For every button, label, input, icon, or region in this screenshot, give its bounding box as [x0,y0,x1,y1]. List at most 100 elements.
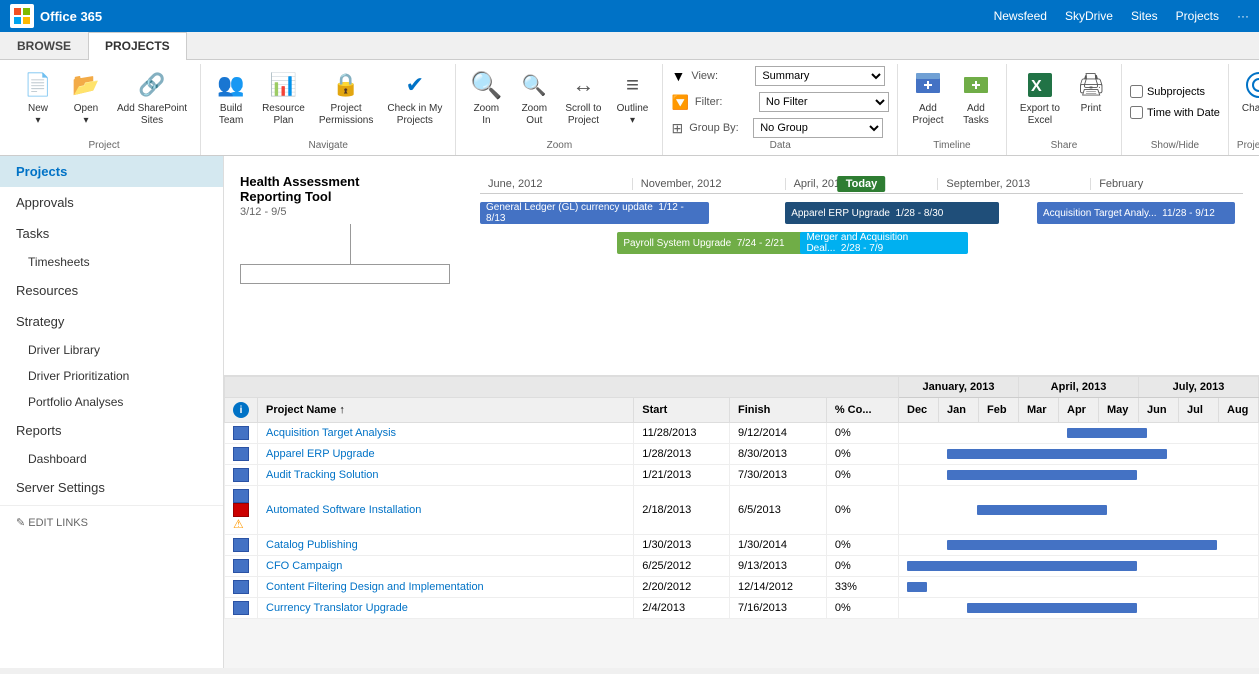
th-finish[interactable]: Finish [730,398,827,423]
nav-more[interactable]: ··· [1237,9,1249,23]
sidebar-subitem-timesheets[interactable]: Timesheets [0,249,223,275]
row-icon-cell [225,423,258,444]
sidebar-item-reports[interactable]: Reports [0,415,223,446]
print-icon: 🖨 [1075,69,1107,101]
pct-cell-6: 0% [826,556,898,577]
gantt-cell-3 [899,465,1259,486]
scroll-label: Scroll toProject [565,103,601,127]
filter-select[interactable]: No Filter [759,92,889,112]
zoom-out-button[interactable]: 🔍 ZoomOut [512,66,556,130]
sidebar-item-projects[interactable]: Projects [0,156,223,187]
gantt-bar-merger[interactable]: Merger and Acquisition Deal... 2/28 - 7/… [800,232,968,254]
subprojects-checkbox-label[interactable]: Subprojects [1130,85,1205,98]
add-sharepoint-button[interactable]: 🔗 Add SharePointSites [112,66,192,130]
ribbon-group-timeline-label: Timeline [906,138,998,151]
timeline-month-1: June, 2012 [480,178,633,190]
th-project-name[interactable]: Project Name ↑ [258,398,634,423]
ribbon-group-timeline: AddProject AddTasks Timeline [898,64,1007,155]
th-pct[interactable]: % Co... [826,398,898,423]
th-dec: Dec [899,398,939,423]
nav-sites[interactable]: Sites [1131,9,1158,23]
sidebar-item-server-settings[interactable]: Server Settings [0,472,223,503]
project-link-5[interactable]: Catalog Publishing [266,539,358,551]
build-team-button[interactable]: 👥 BuildTeam [209,66,253,130]
project-link-4[interactable]: Automated Software Installation [266,504,421,516]
th-start[interactable]: Start [634,398,730,423]
tab-bar: BROWSE PROJECTS [0,32,1259,60]
new-button[interactable]: 📄 New▾ [16,66,60,130]
project-name-cell: Audit Tracking Solution [258,465,634,486]
print-button[interactable]: 🖨 Print [1069,66,1113,118]
nav-skydrive[interactable]: SkyDrive [1065,9,1113,23]
check-in-projects-button[interactable]: ✔ Check in MyProjects [382,66,447,130]
ribbon-group-project-content: 📄 New▾ 📂 Open▾ 🔗 Add SharePointSites [16,66,192,138]
project-row-icon [233,489,249,503]
pct-cell-4: 0% [826,486,898,535]
sidebar-subitem-portfolio-analyses[interactable]: Portfolio Analyses [0,389,223,415]
resource-plan-button[interactable]: 📊 ResourcePlan [257,66,310,130]
sidebar-subitem-dashboard[interactable]: Dashboard [0,446,223,472]
project-link-8[interactable]: Currency Translator Upgrade [266,602,408,614]
sidebar-item-strategy[interactable]: Strategy [0,306,223,337]
add-tasks-button[interactable]: AddTasks [954,66,998,130]
change-button[interactable]: Change [1237,66,1259,118]
sidebar-item-resources[interactable]: Resources [0,275,223,306]
gantt-bar-acquisition[interactable]: Acquisition Target Analy... 11/28 - 9/12 [1037,202,1235,224]
groupby-select[interactable]: No Group [753,118,883,138]
project-row-icon [233,426,249,440]
gantt-bar-apparel[interactable]: Apparel ERP Upgrade 1/28 - 8/30 [785,202,999,224]
outline-button[interactable]: ≡ Outline▾ [610,66,654,130]
th-feb: Feb [979,398,1019,423]
info-icon: i [233,402,249,418]
project-name-cell: Catalog Publishing [258,535,634,556]
nav-projects[interactable]: Projects [1176,9,1219,23]
scroll-icon: ↔ [567,69,599,101]
sidebar-item-tasks[interactable]: Tasks [0,218,223,249]
grid-period-jul2013: July, 2013 [1139,377,1259,398]
add-project-button[interactable]: AddProject [906,66,950,130]
project-link-7[interactable]: Content Filtering Design and Implementat… [266,581,484,593]
th-info: i [225,398,258,423]
table-row: Acquisition Target Analysis 11/28/2013 9… [225,423,1259,444]
view-select[interactable]: Summary [755,66,885,86]
subprojects-checkbox[interactable] [1130,85,1143,98]
ribbon-group-showhide-content: Subprojects Time with Date [1130,66,1220,138]
zoom-in-button[interactable]: 🔍 ZoomIn [464,66,508,130]
start-cell-5: 1/30/2013 [634,535,730,556]
ribbon-group-zoom-content: 🔍 ZoomIn 🔍 ZoomOut ↔ Scroll toProject ≡ … [464,66,654,138]
sidebar-item-approvals[interactable]: Approvals [0,187,223,218]
timeline-connector-line [350,224,351,264]
project-permissions-button[interactable]: 🔒 ProjectPermissions [314,66,378,130]
ribbon-group-share-label: Share [1015,138,1113,151]
ribbon-group-project-type-label: Project Type [1237,138,1259,151]
gantt-cell-6 [899,556,1259,577]
project-link-6[interactable]: CFO Campaign [266,560,342,572]
project-name-cell: Content Filtering Design and Implementat… [258,577,634,598]
finish-cell-2: 8/30/2013 [730,444,827,465]
pct-cell-8: 0% [826,598,898,619]
sidebar-divider [0,505,223,506]
open-button[interactable]: 📂 Open▾ [64,66,108,130]
table-row: Content Filtering Design and Implementat… [225,577,1259,598]
project-link-3[interactable]: Audit Tracking Solution [266,469,379,481]
project-row-icon [233,580,249,594]
office-logo[interactable]: Office 365 [10,4,102,28]
zoom-in-icon: 🔍 [470,69,502,101]
add-tasks-icon [960,69,992,101]
tab-projects[interactable]: PROJECTS [88,32,187,60]
gantt-bar-gl[interactable]: General Ledger (GL) currency update 1/12… [480,202,709,224]
pct-cell-2: 0% [826,444,898,465]
ribbon-group-navigate: 👥 BuildTeam 📊 ResourcePlan 🔒 ProjectPerm… [201,64,456,155]
edit-links[interactable]: ✎ EDIT LINKS [0,508,223,537]
scroll-to-project-button[interactable]: ↔ Scroll toProject [560,66,606,130]
time-with-date-checkbox[interactable] [1130,106,1143,119]
project-link-2[interactable]: Apparel ERP Upgrade [266,448,375,460]
sidebar-subitem-driver-prioritization[interactable]: Driver Prioritization [0,363,223,389]
svg-text:X: X [1031,78,1042,95]
tab-browse[interactable]: BROWSE [0,32,88,59]
nav-newsfeed[interactable]: Newsfeed [994,9,1047,23]
export-excel-button[interactable]: X Export toExcel [1015,66,1065,130]
project-link-1[interactable]: Acquisition Target Analysis [266,427,396,439]
time-with-date-checkbox-label[interactable]: Time with Date [1130,106,1220,119]
sidebar-subitem-driver-library[interactable]: Driver Library [0,337,223,363]
